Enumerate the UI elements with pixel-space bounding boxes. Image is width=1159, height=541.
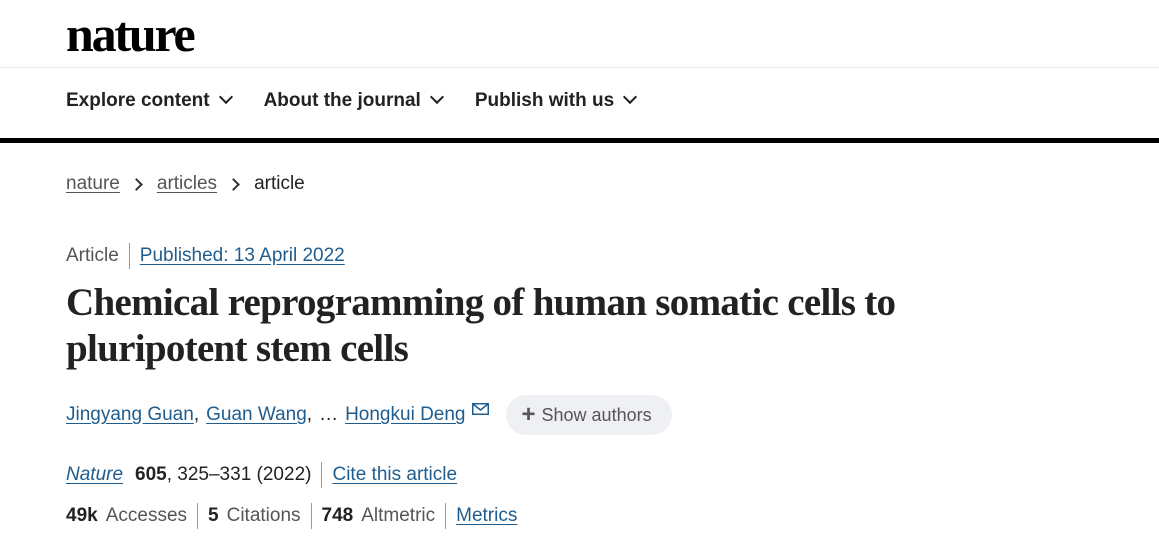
article-meta: Article Published: 13 April 2022 — [66, 243, 345, 269]
corresponding-author-link[interactable]: Hongkui Deng — [345, 404, 465, 426]
divider — [445, 503, 447, 529]
chevron-right-icon — [227, 177, 240, 191]
article-type: Article — [66, 245, 119, 266]
nav-item-label: Publish with us — [474, 90, 615, 111]
envelope-icon[interactable] — [471, 403, 489, 415]
main-nav: Explore content About the journal Publis… — [66, 89, 668, 112]
nav-item-label: About the journal — [263, 90, 421, 111]
authors-ellipsis: … — [319, 404, 339, 425]
divider — [310, 503, 312, 529]
altmetric-label: Altmetric — [361, 505, 436, 526]
nav-about-the-journal[interactable]: About the journal — [263, 89, 444, 112]
citation-line: Nature 605 , 325–331 (2022) Cite this ar… — [66, 462, 457, 488]
altmetric-score: 748 — [321, 505, 354, 526]
journal-link[interactable]: Nature — [66, 464, 123, 486]
chevron-down-icon — [623, 89, 638, 105]
breadcrumb: nature articles article — [66, 173, 305, 195]
divider — [128, 243, 130, 269]
cite-this-article-link[interactable]: Cite this article — [332, 464, 457, 486]
breadcrumb-link-articles[interactable]: articles — [157, 173, 217, 195]
author-list: Jingyang Guan, Guan Wang, … Hongkui Deng… — [66, 395, 672, 435]
citations-count: 5 — [208, 505, 219, 526]
author-separator: , — [306, 404, 313, 425]
nav-item-label: Explore content — [66, 90, 210, 111]
article-title: Chemical reprogramming of human somatic … — [66, 281, 896, 370]
journal-volume: 605 — [135, 464, 167, 485]
accesses-count: 49k — [66, 505, 98, 526]
nav-bottom-rule — [0, 138, 1159, 143]
author-link[interactable]: Jingyang Guan — [66, 404, 194, 426]
breadcrumb-link-nature[interactable]: nature — [66, 173, 120, 195]
show-authors-button[interactable]: + Show authors — [505, 395, 672, 435]
plus-icon: + — [521, 401, 536, 428]
header-divider — [0, 67, 1159, 68]
show-authors-label: Show authors — [541, 404, 652, 425]
nav-publish-with-us[interactable]: Publish with us — [474, 89, 638, 112]
chevron-right-icon — [130, 177, 143, 191]
divider — [321, 462, 323, 488]
journal-pages: , 325–331 (2022) — [166, 464, 312, 485]
accesses-label: Accesses — [105, 505, 188, 526]
citations-label: Citations — [226, 505, 301, 526]
chevron-down-icon — [429, 89, 444, 105]
site-logo[interactable]: nature — [66, 6, 196, 62]
author-separator: , — [193, 404, 200, 425]
chevron-down-icon — [218, 89, 233, 105]
published-date-link[interactable]: Published: 13 April 2022 — [140, 245, 345, 267]
breadcrumb-current: article — [254, 173, 305, 194]
author-link[interactable]: Guan Wang — [206, 404, 307, 426]
metrics-link[interactable]: Metrics — [456, 505, 517, 527]
divider — [197, 503, 199, 529]
article-metrics: 49k Accesses 5 Citations 748 Altmetric M… — [66, 503, 517, 529]
nav-explore-content[interactable]: Explore content — [66, 89, 233, 112]
